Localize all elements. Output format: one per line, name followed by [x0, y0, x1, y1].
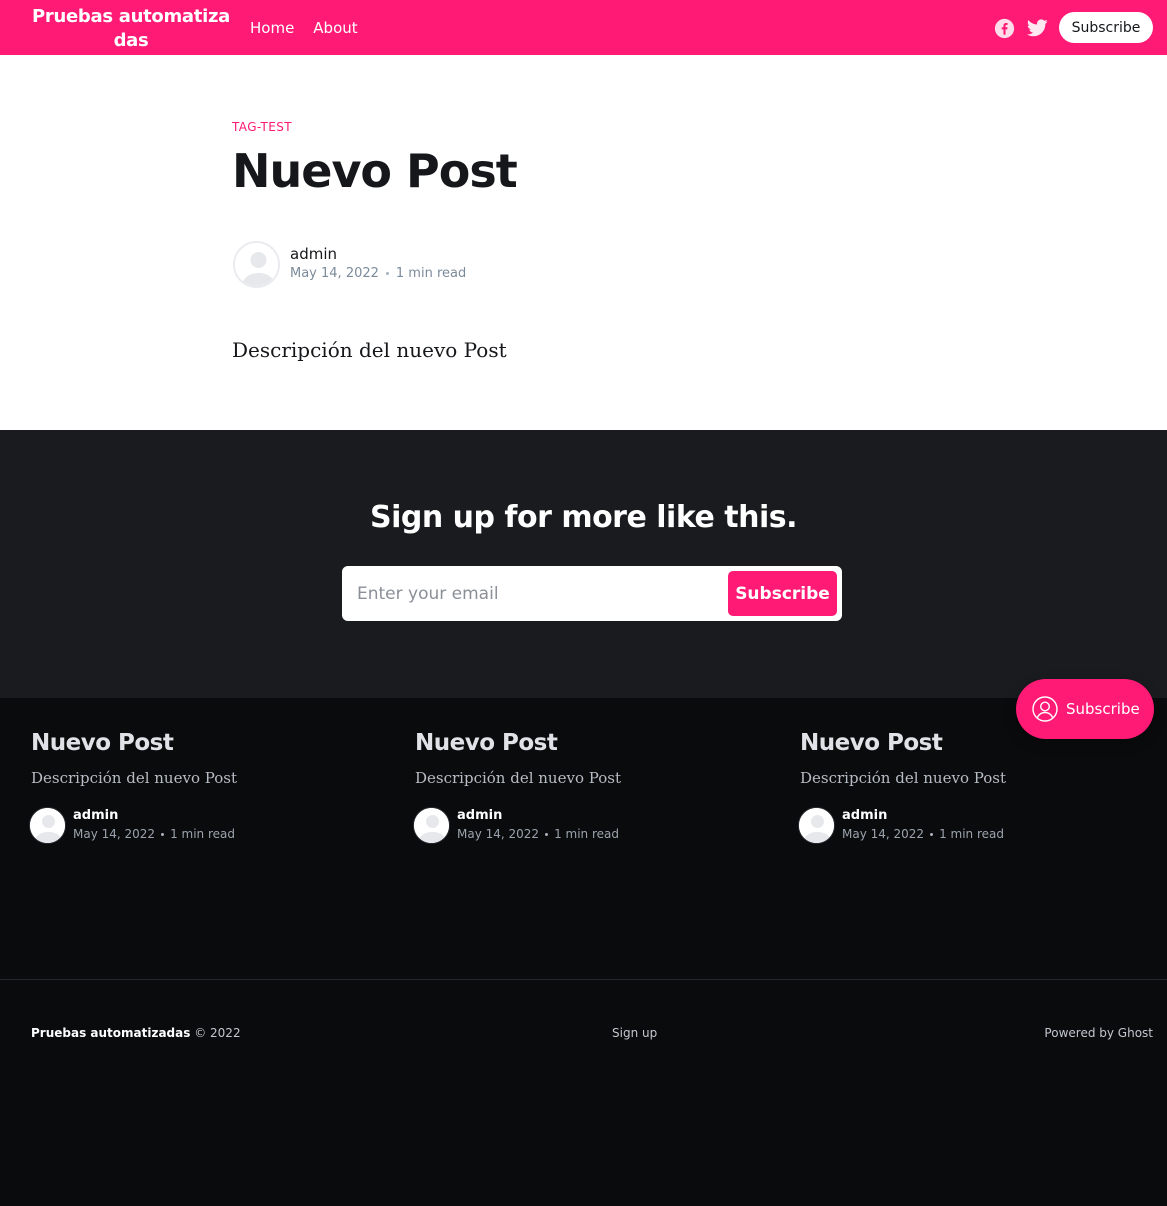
footer-copyright: Pruebas automatizadas © 2022 [31, 1026, 241, 1040]
subscribe-form: Subscribe [342, 566, 842, 621]
related-post-date: May 14, 2022 [842, 827, 925, 841]
related-post-date: May 14, 2022 [73, 827, 156, 841]
related-post-excerpt: Descripción del nuevo Post [800, 769, 1006, 787]
related-post-author[interactable]: admin [842, 808, 887, 823]
footer-copyright-year: © 2022 [194, 1026, 241, 1040]
meta-separator [545, 832, 549, 836]
author-avatar[interactable] [413, 807, 450, 844]
meta-separator [161, 832, 165, 836]
nav-home[interactable]: Home [250, 18, 294, 38]
footer-signup-link[interactable]: Sign up [612, 1026, 657, 1040]
related-post-title[interactable]: Nuevo Post [415, 728, 775, 758]
post-content: Descripción del nuevo Post [232, 338, 507, 362]
related-post-author[interactable]: admin [457, 808, 502, 823]
footer-divider [0, 979, 1167, 980]
related-post-meta: May 14, 2022 1 min read [457, 827, 619, 841]
related-post-meta: May 14, 2022 1 min read [73, 827, 235, 841]
related-post-meta: May 14, 2022 1 min read [842, 827, 1004, 841]
post-article: TAG-TEST Nuevo Post admin May 14, 2022 1… [0, 55, 1167, 430]
related-post-card[interactable]: Nuevo Post Descripción del nuevo Post ad… [29, 728, 391, 844]
post-read-time: 1 min read [395, 266, 467, 281]
meta-separator [930, 832, 934, 836]
related-post-excerpt: Descripción del nuevo Post [415, 769, 621, 787]
author-avatar[interactable] [798, 807, 835, 844]
post-title: Nuevo Post [232, 144, 518, 198]
footer-site-name[interactable]: Pruebas automatizadas [31, 1026, 190, 1040]
nav-about[interactable]: About [313, 18, 357, 38]
subscribe-cta: Sign up for more like this. Subscribe [0, 430, 1167, 698]
site-header: Pruebas automatizadas Home About Subscri… [0, 0, 1167, 55]
site-logo-title[interactable]: Pruebas automatizadas [32, 5, 230, 53]
related-post-date: May 14, 2022 [457, 827, 540, 841]
related-post-read-time: 1 min read [170, 827, 235, 841]
portal-subscribe-button[interactable]: Subscribe [1016, 679, 1154, 739]
post-date: May 14, 2022 [290, 266, 379, 281]
author-avatar[interactable] [233, 241, 280, 288]
related-post-title[interactable]: Nuevo Post [31, 728, 391, 758]
twitter-icon[interactable] [1026, 17, 1048, 39]
header-subscribe-button[interactable]: Subscribe [1059, 12, 1153, 43]
post-meta: May 14, 2022 1 min read [290, 266, 466, 281]
related-post-excerpt: Descripción del nuevo Post [31, 769, 237, 787]
author-name[interactable]: admin [290, 245, 337, 263]
related-post-author[interactable]: admin [73, 808, 118, 823]
main-nav: Home About [250, 18, 358, 38]
meta-separator [385, 272, 389, 275]
related-posts: Nuevo Post Descripción del nuevo Post ad… [0, 698, 1167, 979]
portal-label: Subscribe [1066, 700, 1140, 718]
user-circle-icon [1032, 696, 1058, 722]
related-post-card[interactable]: Nuevo Post Descripción del nuevo Post ad… [413, 728, 775, 844]
cta-title: Sign up for more like this. [369, 500, 798, 535]
related-post-read-time: 1 min read [554, 827, 619, 841]
related-post-read-time: 1 min read [939, 827, 1004, 841]
author-avatar[interactable] [29, 807, 66, 844]
cta-subscribe-button[interactable]: Subscribe [728, 571, 837, 616]
facebook-icon[interactable] [993, 17, 1015, 39]
post-tag[interactable]: TAG-TEST [232, 120, 292, 134]
powered-by-ghost-link[interactable]: Powered by Ghost [1044, 1026, 1153, 1040]
email-input[interactable] [357, 566, 717, 621]
